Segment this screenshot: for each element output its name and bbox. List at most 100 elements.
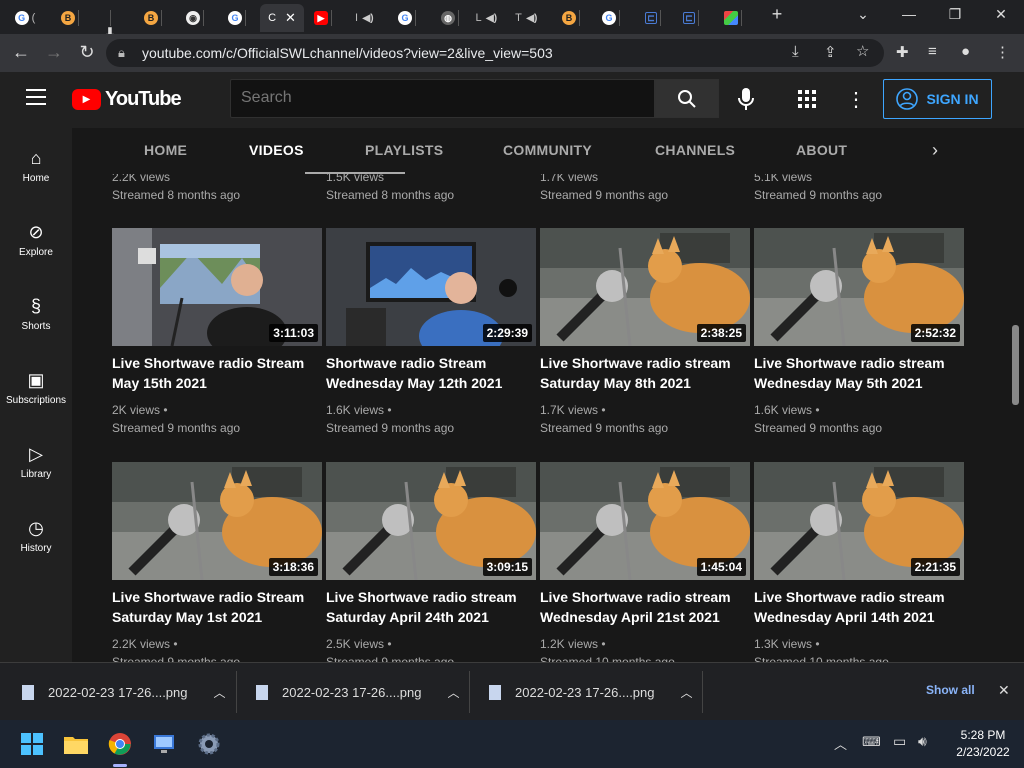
reload-icon[interactable]: ↻ [76, 42, 98, 63]
install-icon[interactable]: ⤓ [792, 43, 799, 60]
tab-videos[interactable]: VIDEOS [249, 142, 304, 158]
video-card[interactable]: 3:09:15 Live Shortwave radio stream Satur… [326, 462, 536, 662]
tab-channels[interactable]: CHANNELS [655, 142, 735, 158]
video-card[interactable]: 2:38:25 Live Shortwave radio stream Satur… [540, 228, 750, 438]
omnibox[interactable]: 🔒︎ youtube.com/c/OfficialSWLchannel/vide… [106, 39, 884, 67]
profile-icon[interactable]: ● [961, 43, 970, 60]
video-title[interactable]: Live Shortwave radio stream Saturday May… [540, 353, 750, 393]
video-thumbnail[interactable]: 3:11:03 [112, 228, 322, 346]
tab-t-audio[interactable]: T ◀) [512, 4, 542, 32]
sidebar-item-history[interactable]: ◷ History [0, 518, 72, 554]
apps-icon[interactable] [798, 90, 816, 113]
tab-community[interactable]: COMMUNITY [503, 142, 592, 158]
sidebar-item-explore[interactable]: ⊘ Explore [0, 222, 72, 258]
back-icon[interactable]: ← [10, 42, 32, 63]
forward-icon[interactable]: → [43, 42, 65, 63]
download-item-3[interactable]: 2022-02-23 17-26....png ︿ [489, 663, 693, 721]
url-text[interactable]: youtube.com/c/OfficialSWLchannel/videos?… [142, 45, 553, 61]
settings-taskbar-button[interactable] [195, 730, 223, 758]
search-input[interactable] [231, 80, 631, 116]
close-window-icon[interactable]: ✕ [986, 6, 1016, 23]
share-icon[interactable]: ⇪ [824, 43, 837, 61]
tab-blogger[interactable]: B [55, 4, 85, 32]
video-thumbnail[interactable]: 2:38:25 [540, 228, 750, 346]
video-card[interactable]: 1:45:04 Live Shortwave radio stream Wedne… [540, 462, 750, 662]
tab-google-4[interactable]: G [596, 4, 626, 32]
close-tab-icon[interactable]: ✕ [285, 10, 296, 26]
restore-icon[interactable]: ❐ [940, 6, 970, 23]
video-title[interactable]: Live Shortwave radio stream Wednesday Ap… [754, 587, 964, 627]
tab-home[interactable]: HOME [144, 142, 187, 158]
tab-google-3[interactable]: G [392, 4, 422, 32]
video-card[interactable]: 2:21:35 Live Shortwave radio stream Wedne… [754, 462, 964, 662]
video-card[interactable]: 2:29:39 Shortwave radio Stream Wednesday … [326, 228, 536, 438]
file-explorer-button[interactable] [62, 730, 90, 758]
tab-google[interactable]: G( [10, 4, 40, 32]
network-icon[interactable]: ▭ [893, 733, 906, 750]
minimize-icon[interactable]: — [894, 6, 924, 22]
download-item-1[interactable]: 2022-02-23 17-26....png ︿ [22, 663, 226, 721]
video-title[interactable]: Live Shortwave radio stream Wednesday Ap… [540, 587, 750, 627]
tab-download[interactable]: ⬇ [95, 4, 125, 40]
sign-in-button[interactable]: SIGN IN [883, 79, 992, 119]
menu-icon[interactable]: ⋮ [995, 43, 1010, 61]
video-card[interactable]: 3:11:03 Live Shortwave radio Stream May 1… [112, 228, 322, 438]
media-icon[interactable]: ≡ [928, 43, 937, 60]
video-thumbnail[interactable]: 2:21:35 [754, 462, 964, 580]
video-title[interactable]: Live Shortwave radio stream Wednesday Ma… [754, 353, 964, 393]
start-button[interactable] [18, 730, 46, 758]
remote-desktop-button[interactable] [150, 730, 178, 758]
chevron-up-icon[interactable]: ︿ [448, 684, 460, 701]
page-scrollbar[interactable] [1012, 325, 1019, 405]
tab-diagram[interactable]: ⊏ [638, 4, 668, 32]
video-card[interactable]: 3:18:36 Live Shortwave radio Stream Satur… [112, 462, 322, 662]
tab-active[interactable]: C ✕ [260, 4, 304, 32]
tab-google-2[interactable]: G [222, 4, 252, 32]
chevron-up-icon[interactable]: ︿ [214, 684, 226, 701]
chrome-taskbar-button[interactable] [106, 730, 134, 758]
tab-youtube[interactable]: ▶ [308, 4, 338, 32]
sidebar-item-library[interactable]: ▷ Library [0, 444, 72, 480]
tab-playlists[interactable]: PLAYLISTS [365, 142, 443, 158]
show-hidden-icons-icon[interactable]: ︿ [834, 734, 847, 753]
show-all-button[interactable]: Show all [914, 677, 987, 703]
hamburger-icon[interactable] [26, 89, 46, 105]
video-title[interactable]: Live Shortwave radio Stream May 15th 202… [112, 353, 322, 393]
tab-cube[interactable] [718, 4, 748, 32]
clock[interactable]: 5:28 PM 2/23/2022 [948, 727, 1018, 761]
tab-globe[interactable]: ◍ [435, 4, 465, 32]
video-card[interactable]: 2:52:32 Live Shortwave radio stream Wedne… [754, 228, 964, 438]
tab-about[interactable]: ABOUT [796, 142, 847, 158]
microphone-icon[interactable] [737, 87, 755, 116]
video-title[interactable]: Live Shortwave radio Stream Saturday May… [112, 587, 322, 627]
download-item-2[interactable]: 2022-02-23 17-26....png ︿ [256, 663, 460, 721]
keyboard-icon[interactable]: ⌨ [862, 734, 881, 750]
video-thumbnail[interactable]: 1:45:04 [540, 462, 750, 580]
tab-diagram-2[interactable]: ⊏ [676, 4, 706, 32]
video-thumbnail[interactable]: 2:52:32 [754, 228, 964, 346]
search-button[interactable] [655, 79, 719, 118]
sidebar-item-subscriptions[interactable]: ▣ Subscriptions [0, 370, 72, 406]
video-title[interactable]: Shortwave radio Stream Wednesday May 12t… [326, 353, 536, 393]
tab-chrome[interactable]: ◉ [180, 4, 210, 32]
extensions-icon[interactable]: ✚ [896, 43, 909, 61]
more-options-icon[interactable]: ⋮ [846, 87, 866, 112]
volume-icon[interactable]: 🔊︎ [918, 733, 927, 750]
close-download-bar-icon[interactable]: ✕ [998, 682, 1010, 699]
star-icon[interactable]: ☆ [856, 42, 869, 60]
video-thumbnail[interactable]: 2:29:39 [326, 228, 536, 346]
tab-search-icon[interactable]: ⌄ [848, 6, 878, 23]
video-thumbnail[interactable]: 3:18:36 [112, 462, 322, 580]
sidebar-item-shorts[interactable]: § Shorts [0, 296, 72, 332]
youtube-logo[interactable]: ▶ YouTube [72, 88, 182, 111]
tab-audio[interactable]: I ◀) [350, 4, 380, 32]
new-tab-icon[interactable]: + [762, 4, 792, 25]
chevron-up-icon[interactable]: ︿ [681, 684, 693, 701]
sidebar-item-home[interactable]: ⌂ Home [0, 148, 72, 184]
tab-l-audio[interactable]: L ◀) [472, 4, 502, 32]
video-title[interactable]: Live Shortwave radio stream Saturday Apr… [326, 587, 536, 627]
tab-blogger-3[interactable]: B [556, 4, 586, 32]
video-thumbnail[interactable]: 3:09:15 [326, 462, 536, 580]
tab-blogger-2[interactable]: B [138, 4, 168, 32]
chevron-right-icon[interactable]: › [932, 140, 938, 161]
